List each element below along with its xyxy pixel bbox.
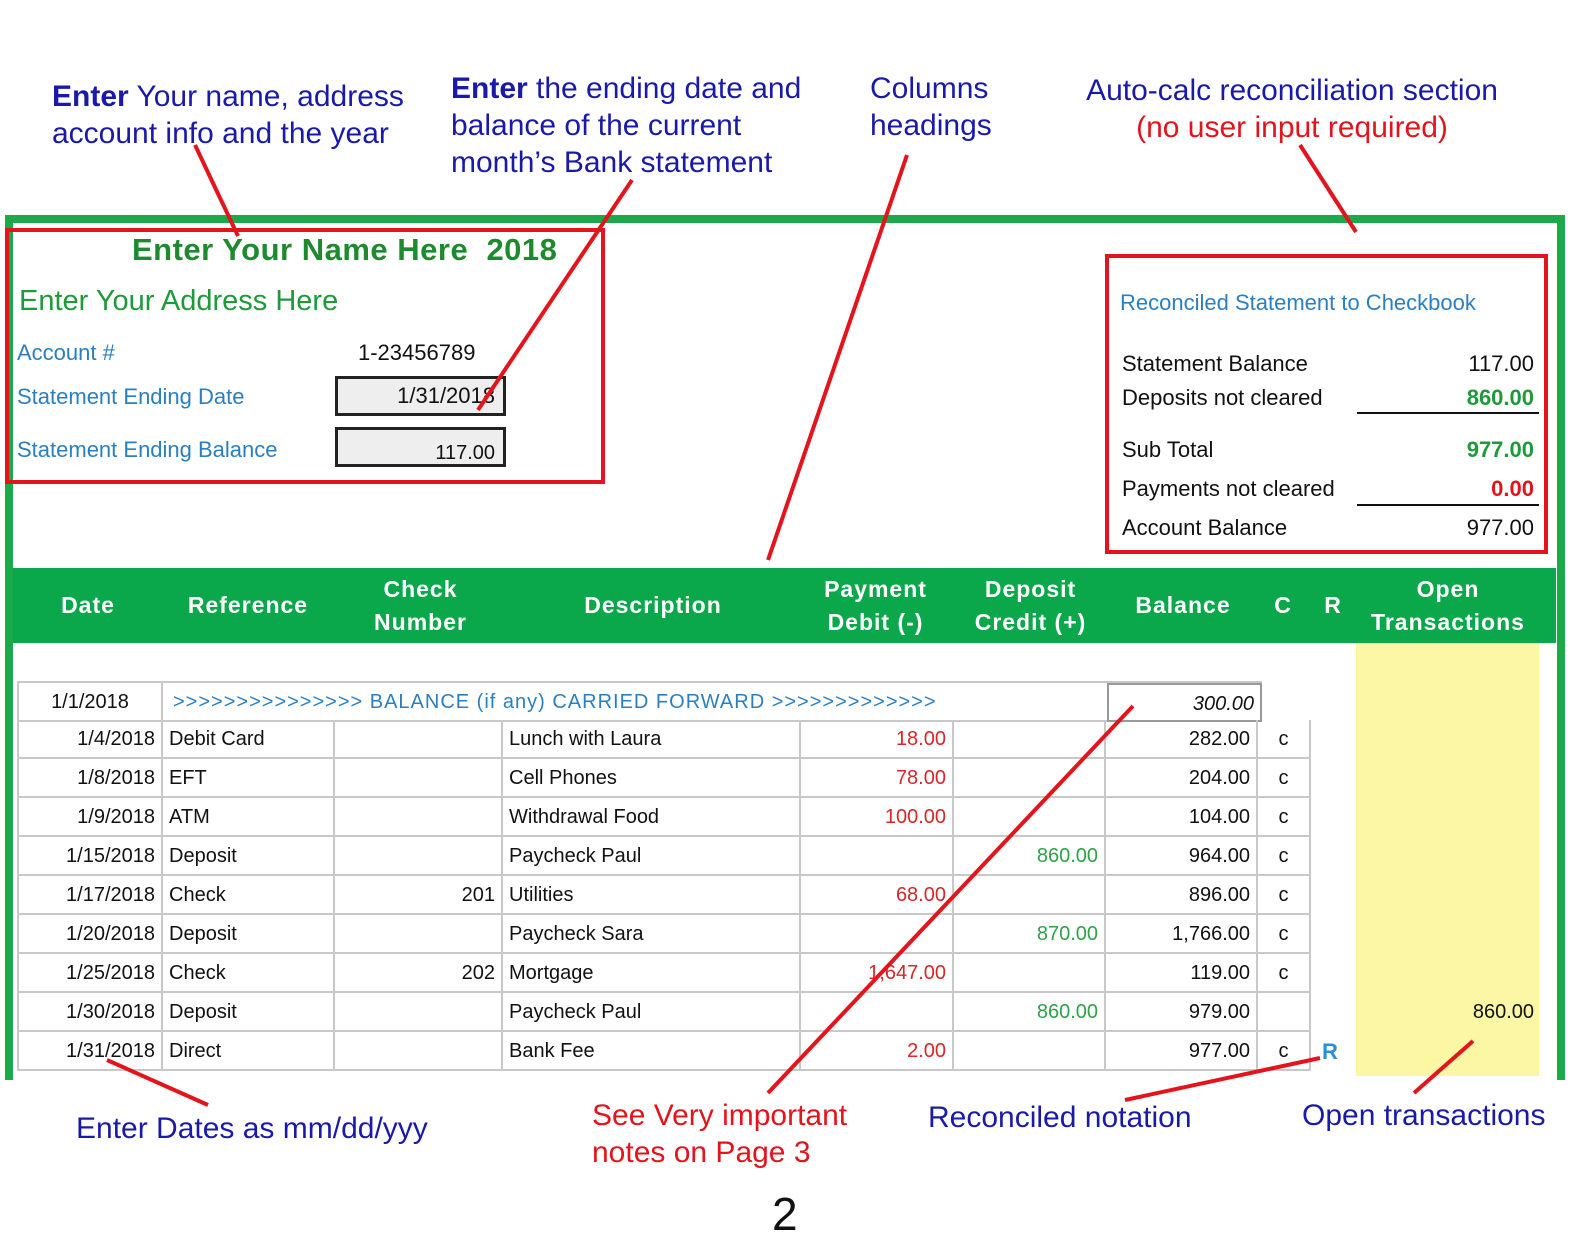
callout-lines xyxy=(106,143,1475,1107)
callout-dates xyxy=(106,1058,209,1107)
callout-reconciled xyxy=(1124,1056,1321,1102)
callout-important xyxy=(766,704,1135,1095)
callout-autocalc xyxy=(1298,143,1358,234)
callout-columns xyxy=(766,154,909,561)
callout-open xyxy=(1412,1039,1475,1095)
callout-name xyxy=(193,144,240,237)
callout-date xyxy=(476,178,634,412)
